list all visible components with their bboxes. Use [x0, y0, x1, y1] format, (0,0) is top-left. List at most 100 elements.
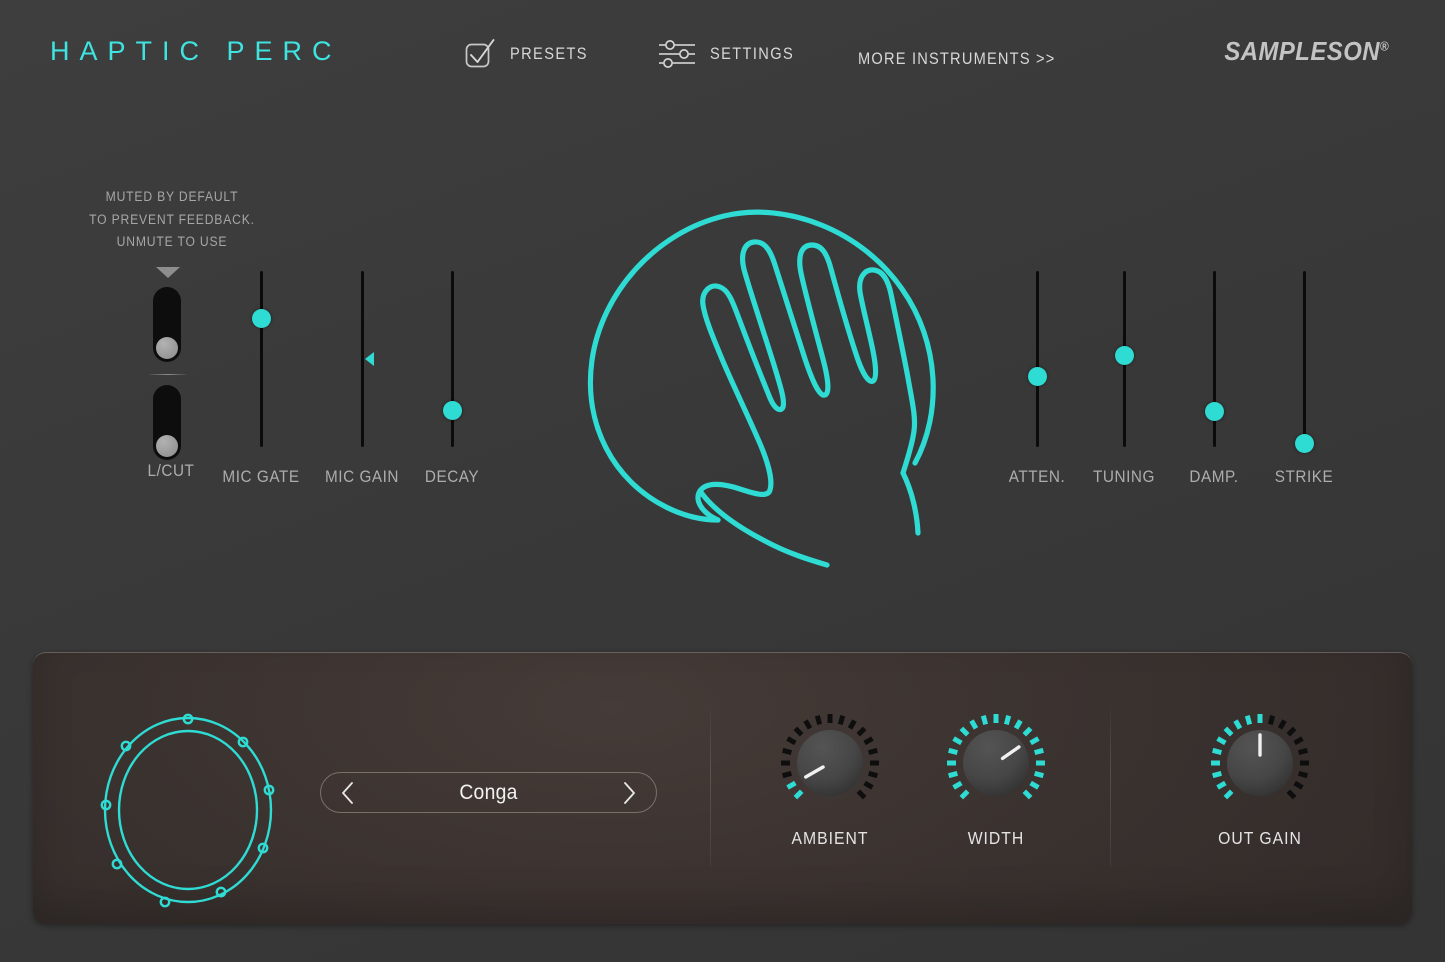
bottom-panel: Conga AMBIENT WIDTH OUT GAIN — [33, 652, 1412, 924]
knob-tick — [795, 791, 801, 797]
knob-tick — [1024, 791, 1030, 797]
slider-track — [260, 271, 263, 447]
toggle-thumb — [156, 337, 178, 359]
slider-handle[interactable] — [1205, 402, 1224, 421]
knob-tick — [1295, 783, 1303, 788]
preset-selector[interactable]: Conga — [320, 772, 657, 813]
knob-tick — [1031, 739, 1039, 744]
mute-toggle-top[interactable] — [153, 287, 181, 362]
knob-tick — [1225, 728, 1231, 734]
knob-tick — [1295, 739, 1303, 744]
slider-label: TUNING — [1078, 467, 1170, 487]
caret-down-icon — [156, 267, 180, 278]
knob-tick — [1225, 791, 1231, 797]
knob-tick — [1247, 716, 1249, 725]
knob-tick — [1299, 773, 1308, 775]
slider-track — [451, 271, 454, 447]
knob-label: AMBIENT — [767, 828, 893, 849]
slider-handle[interactable] — [252, 309, 271, 328]
knob-tick — [1213, 750, 1222, 752]
knob-tick — [840, 716, 842, 725]
knob-tick — [1035, 750, 1044, 752]
knob-tick — [1213, 773, 1222, 775]
more-instruments-label: MORE INSTRUMENTS >> — [858, 49, 1056, 69]
brand-name: SAMPLESON — [1224, 36, 1380, 66]
knob-tick — [783, 750, 792, 752]
knob-tick — [949, 773, 958, 775]
more-instruments-link[interactable]: MORE INSTRUMENTS >> — [858, 38, 1088, 80]
knob-tick — [788, 783, 796, 788]
knob-tick — [954, 783, 962, 788]
knob-tick — [1236, 721, 1241, 729]
sliders-icon — [658, 39, 696, 69]
drum-head-outline-icon — [93, 708, 283, 918]
mute-note-line-3: UNMUTE TO USE — [86, 231, 259, 254]
knob-cap[interactable] — [963, 730, 1029, 796]
knob-tick — [865, 739, 873, 744]
settings-label: SETTINGS — [710, 44, 794, 64]
knob-tick — [817, 716, 819, 725]
knob-tick — [1035, 773, 1044, 775]
slider-triangle-marker[interactable] — [365, 352, 374, 366]
presets-label: PRESETS — [510, 44, 588, 64]
knob-tick — [806, 721, 811, 729]
knob-tick — [788, 739, 796, 744]
slider-label: DAMP. — [1168, 467, 1260, 487]
preset-name: Conga — [365, 781, 612, 805]
knob-label: WIDTH — [933, 828, 1059, 849]
knob-tick — [1280, 721, 1285, 729]
slider-track — [1303, 271, 1306, 447]
chevron-right-icon[interactable] — [623, 782, 636, 804]
knob-tick — [1031, 783, 1039, 788]
knob-tick — [1016, 721, 1021, 729]
knob-tick — [795, 728, 801, 734]
knob-body[interactable] — [944, 711, 1048, 815]
knob-cap[interactable] — [797, 730, 863, 796]
chevron-left-icon[interactable] — [341, 782, 354, 804]
mute-note-line-1: MUTED BY DEFAULT — [86, 186, 259, 209]
registered-mark: ® — [1380, 38, 1389, 53]
knob-tick — [858, 791, 864, 797]
knob-tick — [1218, 739, 1226, 744]
knob-tick — [961, 791, 967, 797]
knob-tick — [783, 773, 792, 775]
lcut-label: L/CUT — [125, 461, 217, 481]
slider-handle[interactable] — [1115, 346, 1134, 365]
panel-divider-1 — [710, 709, 711, 867]
knob-body[interactable] — [1208, 711, 1312, 815]
slider-handle[interactable] — [443, 401, 462, 420]
knob-tick — [1218, 783, 1226, 788]
presets-button[interactable]: PRESETS — [464, 33, 601, 75]
slider-label: MIC GAIN — [316, 467, 408, 487]
knob-body[interactable] — [778, 711, 882, 815]
knob-tick — [961, 728, 967, 734]
knob-tick — [1288, 791, 1294, 797]
toggle-divider — [150, 374, 186, 375]
knob-tick — [850, 721, 855, 729]
slider-label: ATTEN. — [991, 467, 1083, 487]
knob-tick — [1024, 728, 1030, 734]
knob-tick — [1006, 716, 1008, 725]
hand-on-drum-icon — [562, 163, 962, 598]
knob-tick — [1288, 728, 1294, 734]
mute-note-line-2: TO PREVENT FEEDBACK. — [86, 209, 259, 232]
mute-toggle-bottom[interactable] — [153, 385, 181, 460]
panel-divider-2 — [1110, 709, 1111, 867]
checkbox-check-icon — [464, 38, 496, 70]
knob-tick — [858, 728, 864, 734]
header-bar: HAPTIC PERC PRESETS — [0, 0, 1445, 106]
slider-handle[interactable] — [1295, 434, 1314, 453]
plugin-window: HAPTIC PERC PRESETS — [0, 0, 1445, 962]
knob-tick — [869, 750, 878, 752]
settings-button[interactable]: SETTINGS — [658, 33, 808, 75]
brand-logo[interactable]: SAMPLESON® — [1224, 36, 1389, 67]
mute-warning-note: MUTED BY DEFAULT TO PREVENT FEEDBACK. UN… — [86, 186, 259, 254]
knob-tick — [1299, 750, 1308, 752]
knob-tick — [983, 716, 985, 725]
knob-label: OUT GAIN — [1197, 828, 1323, 849]
slider-label: MIC GATE — [215, 467, 307, 487]
slider-track — [1036, 271, 1039, 447]
knob-tick — [954, 739, 962, 744]
knob-tick — [949, 750, 958, 752]
slider-handle[interactable] — [1028, 367, 1047, 386]
